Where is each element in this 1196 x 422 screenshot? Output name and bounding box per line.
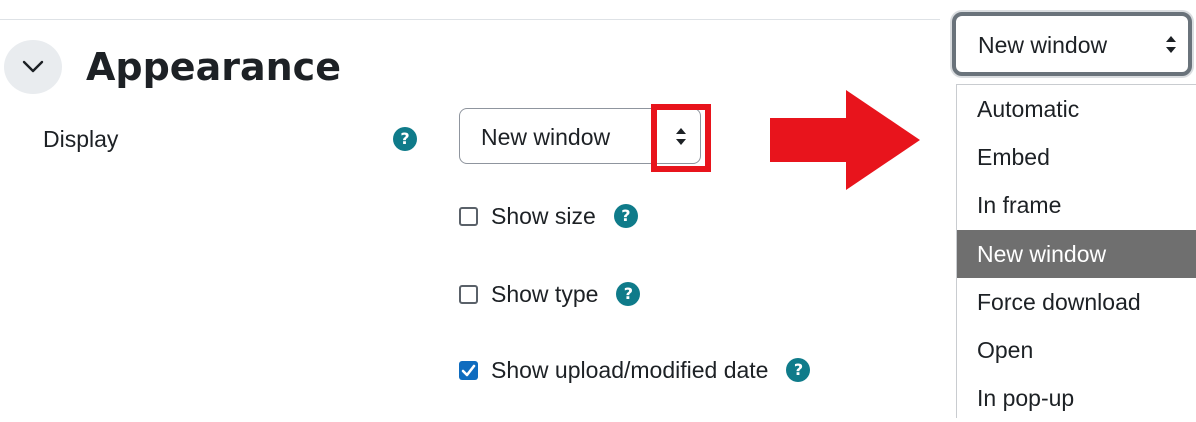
- option-open[interactable]: Open: [957, 326, 1196, 374]
- option-embed[interactable]: Embed: [957, 133, 1196, 181]
- display-select-value: New window: [481, 124, 611, 150]
- highlight-box: [651, 104, 711, 172]
- option-automatic[interactable]: Automatic: [957, 85, 1196, 133]
- dropdown-select[interactable]: New window: [952, 12, 1192, 76]
- section-title: Appearance: [86, 45, 341, 89]
- collapse-section-button[interactable]: [4, 40, 62, 94]
- option-force-download[interactable]: Force download: [957, 278, 1196, 326]
- show-type-label: Show type: [491, 281, 599, 307]
- dropdown-options-list: Automatic Embed In frame New window Forc…: [956, 84, 1196, 418]
- show-date-checkbox[interactable]: [459, 360, 478, 380]
- show-date-label: Show upload/modified date: [491, 357, 769, 383]
- red-arrow-icon: [770, 90, 920, 190]
- dropdown-select-value: New window: [978, 32, 1108, 58]
- show-type-row[interactable]: Show type ?: [459, 279, 641, 309]
- show-size-label: Show size: [491, 203, 596, 229]
- show-date-row[interactable]: Show upload/modified date ?: [459, 355, 811, 385]
- help-icon[interactable]: ?: [613, 204, 638, 228]
- option-in-pop-up[interactable]: In pop-up: [957, 374, 1196, 422]
- up-down-arrows-icon: [1166, 36, 1176, 53]
- help-icon[interactable]: ?: [616, 282, 641, 306]
- show-size-checkbox[interactable]: [459, 206, 478, 226]
- help-icon[interactable]: ?: [393, 127, 417, 151]
- help-icon[interactable]: ?: [786, 358, 811, 382]
- chevron-down-icon: [22, 60, 44, 73]
- display-label: Display: [43, 126, 119, 152]
- checkmark-icon: [461, 364, 476, 376]
- show-size-row[interactable]: Show size ?: [459, 201, 638, 231]
- show-type-checkbox[interactable]: [459, 284, 478, 304]
- option-in-frame[interactable]: In frame: [957, 181, 1196, 229]
- option-new-window[interactable]: New window: [957, 229, 1196, 278]
- section-divider: [0, 19, 940, 20]
